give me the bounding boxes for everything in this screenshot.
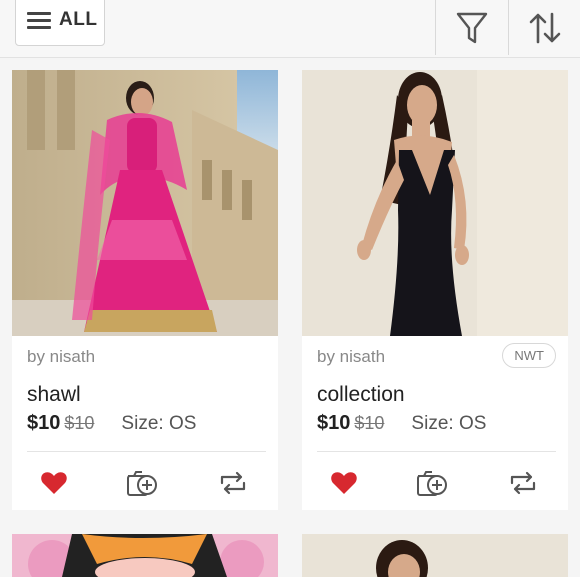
listing-photo[interactable] (12, 534, 278, 577)
like-button[interactable] (34, 463, 74, 503)
seller-name[interactable]: by nisath (27, 347, 95, 367)
original-price: $10 (354, 413, 385, 433)
category-label: ALL (59, 9, 98, 30)
divider (317, 451, 556, 452)
price-row: $10 $10 Size: OS (27, 412, 196, 435)
sort-button[interactable] (509, 0, 580, 55)
divider (27, 451, 266, 452)
listing-image (12, 70, 278, 336)
listing-photo[interactable] (12, 70, 278, 336)
price: $10 (27, 412, 61, 434)
listing-image (12, 534, 278, 577)
sort-icon (529, 12, 561, 43)
nwt-badge: NWT (502, 343, 556, 368)
listing-image (302, 534, 568, 577)
listing-actions (302, 463, 568, 503)
listing-card[interactable] (12, 534, 278, 577)
listing-photo[interactable] (302, 534, 568, 577)
add-to-bundle-button[interactable] (122, 463, 162, 503)
menu-icon (27, 11, 51, 29)
price: $10 (317, 412, 351, 434)
size: Size: OS (121, 413, 197, 434)
share-icon (510, 471, 536, 495)
bundle-add-icon (127, 471, 157, 496)
listing-card[interactable]: by nisath shawl $10 $10 Size: OS (12, 70, 278, 510)
add-to-bundle-button[interactable] (412, 463, 452, 503)
listing-photo[interactable] (302, 70, 568, 336)
listing-title[interactable]: shawl (27, 383, 81, 407)
listing-actions (12, 463, 278, 503)
share-button[interactable] (213, 463, 253, 503)
listing-card[interactable] (302, 534, 568, 577)
share-icon (220, 471, 246, 495)
heart-icon (331, 472, 357, 494)
category-all-button[interactable]: ALL (15, 0, 105, 46)
listing-card[interactable]: by nisath NWT collection $10 $10 Size: O… (302, 70, 568, 510)
listing-title[interactable]: collection (317, 383, 405, 407)
listing-image (302, 70, 568, 336)
filter-icon (456, 12, 488, 43)
like-button[interactable] (324, 463, 364, 503)
size: Size: OS (411, 413, 487, 434)
filter-button[interactable] (436, 0, 508, 55)
share-button[interactable] (503, 463, 543, 503)
bundle-add-icon (417, 471, 447, 496)
original-price: $10 (64, 413, 95, 433)
seller-name[interactable]: by nisath (317, 347, 385, 367)
heart-icon (41, 472, 67, 494)
top-bar: ALL (0, 0, 580, 58)
price-row: $10 $10 Size: OS (317, 412, 486, 435)
